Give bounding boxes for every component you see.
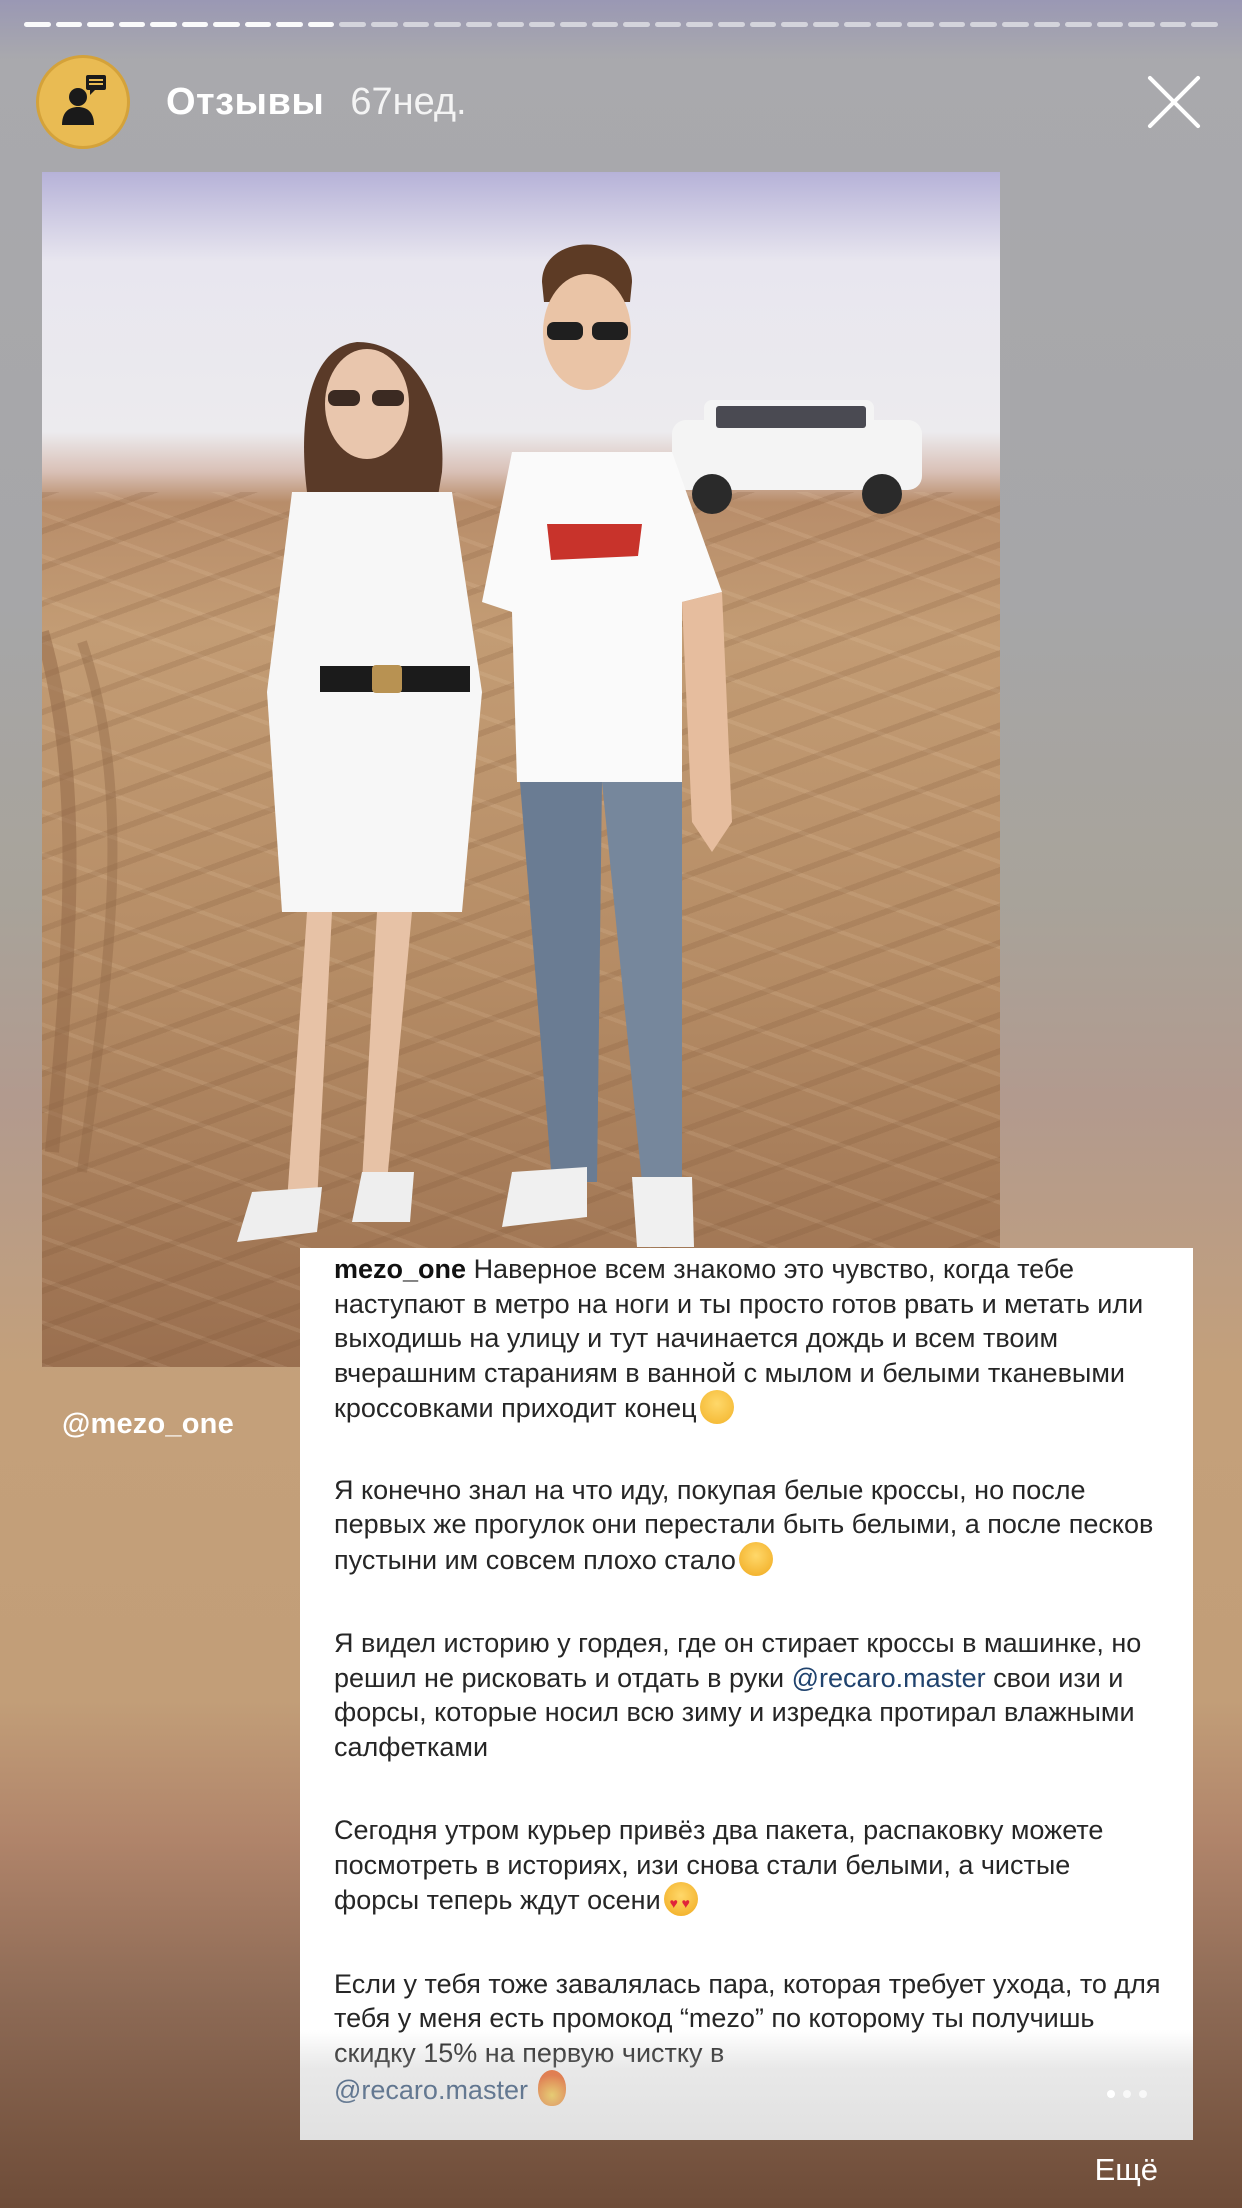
progress-segment [1128,22,1155,27]
progress-segment [1001,22,1029,27]
woman-figure [237,342,482,1242]
review-paragraph-5: Если у тебя тоже завалялась пара, котора… [334,1968,1161,2106]
progress-segment [181,22,209,27]
progress-segment [118,22,146,27]
review-paragraph-4: Сегодня утром курьер привёз два пакета, … [334,1813,1161,1921]
sad-face-emoji-icon [699,1390,734,1424]
story-photo [42,172,1000,1367]
progress-segment [24,22,51,27]
progress-segment [528,22,556,27]
close-icon[interactable] [1142,70,1206,134]
laughing-emoji-icon [738,1541,773,1576]
profile-avatar[interactable] [36,55,130,149]
recaro-master-mention[interactable]: @recaro.master [792,1663,986,1693]
progress-segment [718,22,745,27]
carousel-dots [1107,2090,1147,2098]
progress-segment [213,22,240,27]
mention-sticker[interactable]: @mezo_one [62,1408,234,1441]
progress-segment [875,22,903,27]
more-button[interactable]: Ещё [1095,2152,1158,2188]
heart-eyes-emoji-icon [663,1882,698,1921]
progress-segment [371,22,398,27]
person-with-speech-bubble-icon [62,75,106,125]
carousel-dot [1107,2090,1115,2098]
progress-segment [686,22,714,27]
review-paragraph-2: Я конечно знал на что иду, покупая белые… [334,1474,1154,1576]
progress-segment [970,22,997,27]
story-progress-bar [24,22,1218,27]
story-header: Отзывы 67нед. [36,52,1206,152]
progress-segment [654,22,682,27]
progress-segment [1065,22,1092,27]
progress-segment [276,22,303,27]
story-title[interactable]: Отзывы [166,81,324,124]
progress-segment [1159,22,1187,27]
progress-segment [497,22,524,27]
white-suv [672,400,922,514]
progress-segment [1191,22,1218,27]
review-card: mezo_one Наверное всем знакомо это чувст… [300,1248,1193,2140]
progress-segment [87,22,114,27]
progress-segment [623,22,650,27]
progress-segment [465,22,493,27]
progress-segment [402,22,430,27]
review-author[interactable]: mezo_one [334,1254,466,1284]
progress-segment [591,22,619,27]
review-paragraph-3: Я видел историю у гордея, где он стирает… [334,1628,1142,1762]
recaro-master-mention-2[interactable]: @recaro.master [334,2075,528,2105]
story-timestamp: 67нед. [350,80,467,123]
progress-segment [307,22,335,27]
carousel-dot [1139,2090,1147,2098]
progress-segment [55,22,83,27]
progress-segment [1033,22,1061,27]
progress-segment [150,22,177,27]
photo-scene [42,244,922,1247]
progress-segment [781,22,808,27]
carousel-dot [1123,2090,1131,2098]
progress-segment [339,22,367,27]
progress-segment [749,22,777,27]
fire-emoji-icon [538,2070,567,2106]
progress-segment [812,22,840,27]
progress-segment [560,22,587,27]
review-paragraph-1: mezo_one Наверное всем знакомо это чувст… [334,1254,1144,1424]
progress-segment [938,22,966,27]
man-figure [482,244,732,1247]
progress-segment [434,22,461,27]
progress-segment [844,22,871,27]
progress-segment [244,22,272,27]
progress-segment [907,22,934,27]
progress-segment [1096,22,1124,27]
